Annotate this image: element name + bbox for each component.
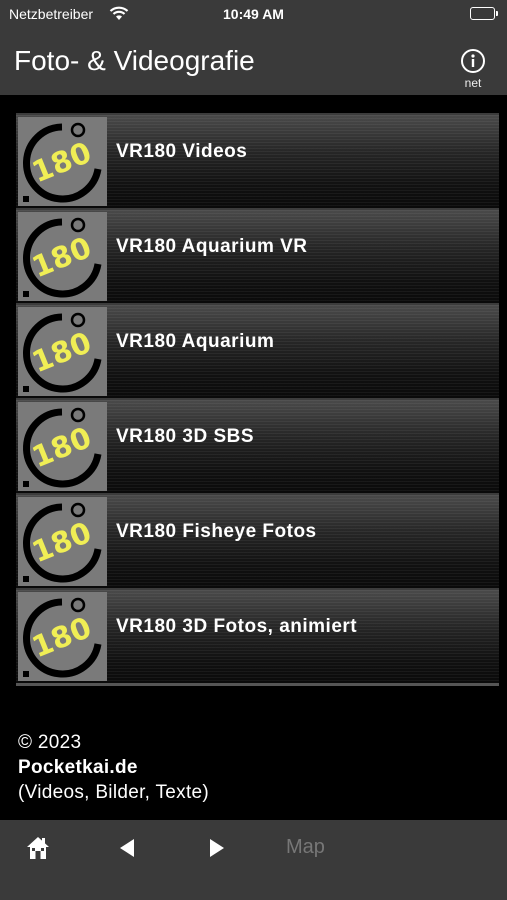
page-title: Foto- & Videografie xyxy=(14,45,255,76)
footer-note: (Videos, Bilder, Texte) xyxy=(18,782,210,803)
vr180-logo-icon: 180 xyxy=(18,497,107,586)
forward-arrow-icon[interactable] xyxy=(207,834,227,862)
list-item-label: VR180 Videos xyxy=(116,141,248,162)
status-time: 10:49 AM xyxy=(223,6,284,22)
back-arrow-icon[interactable] xyxy=(117,834,137,862)
list-item[interactable]: 180 VR180 3D Fotos, animiert xyxy=(16,588,499,683)
info-circle-icon xyxy=(461,49,485,73)
list-item-label: VR180 Aquarium xyxy=(116,331,275,352)
list-item-label: VR180 3D Fotos, animiert xyxy=(116,616,358,637)
map-button[interactable]: Map xyxy=(286,836,325,864)
battery-icon xyxy=(470,7,498,20)
list-item-label: VR180 3D SBS xyxy=(116,426,255,447)
bottom-toolbar: Map xyxy=(0,820,507,875)
list-item[interactable]: 180 VR180 Aquarium VR xyxy=(16,208,499,303)
vr180-logo-icon: 180 xyxy=(18,592,107,681)
vr180-logo-icon: 180 xyxy=(18,307,107,396)
vr180-logo-icon: 180 xyxy=(18,117,107,206)
site-name: Pocketkai.de xyxy=(18,757,138,778)
list-item-label: VR180 Fisheye Fotos xyxy=(116,521,317,542)
list-item[interactable]: 180 VR180 Videos xyxy=(16,113,499,208)
list-item[interactable]: 180 VR180 Aquarium xyxy=(16,303,499,398)
home-icon[interactable] xyxy=(25,834,51,862)
footer: © 2023 Pocketkai.de (Videos, Bilder, Tex… xyxy=(18,730,209,805)
list-item-label: VR180 Aquarium VR xyxy=(116,236,308,257)
info-button[interactable]: net xyxy=(457,48,489,94)
vr180-logo-icon: 180 xyxy=(18,212,107,301)
menu-list: 180 VR180 Videos 180 VR180 Aquarium VR 1… xyxy=(16,113,499,686)
nav-bar: Foto- & Videografie net xyxy=(0,28,507,95)
status-bar: Netzbetreiber 10:49 AM xyxy=(0,0,507,28)
home-indicator-area xyxy=(0,875,507,900)
copyright-text: © 2023 xyxy=(18,732,82,753)
list-item[interactable]: 180 VR180 Fisheye Fotos xyxy=(16,493,499,588)
vr180-logo-icon: 180 xyxy=(18,402,107,491)
info-label: net xyxy=(464,76,482,90)
list-item[interactable]: 180 VR180 3D SBS xyxy=(16,398,499,493)
